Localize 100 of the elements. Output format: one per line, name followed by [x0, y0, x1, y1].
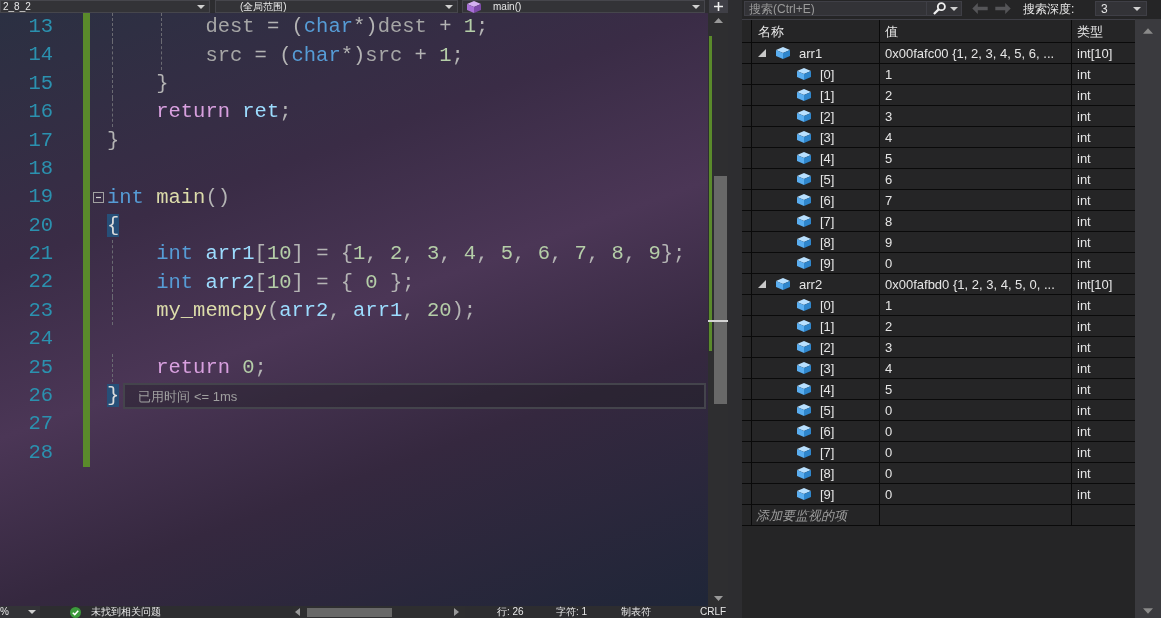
cube-icon: [797, 404, 811, 416]
up-arrow-icon[interactable]: [713, 18, 723, 23]
vertical-scrollbar[interactable]: [1135, 19, 1161, 618]
line-number: 24: [28, 329, 53, 350]
elapsed-time-tip: 已用时间 <= 1ms: [123, 383, 706, 410]
line-number: 17: [28, 130, 53, 151]
column-header[interactable]: 类型: [1077, 24, 1103, 38]
code-line: src = (char*)src + 1;: [205, 42, 464, 69]
variable-value: 0: [885, 424, 893, 438]
line-number: 20: [28, 215, 53, 237]
variable-type: int: [1077, 424, 1091, 438]
variable-value: 9: [885, 235, 893, 249]
cube-icon: [797, 173, 811, 185]
line-number: 19: [28, 187, 53, 208]
caret-icon: [445, 4, 453, 9]
line-number: 14: [28, 45, 53, 66]
caret-icon: [950, 6, 958, 11]
variable-name: [9]: [820, 256, 835, 270]
variable-type: int: [1077, 445, 1091, 459]
variable-name: [9]: [820, 487, 835, 501]
cube-icon: [797, 446, 811, 458]
line-number: 26: [28, 386, 53, 407]
variable-name: [2]: [820, 340, 835, 354]
variable-name: [2]: [820, 109, 835, 123]
line-ending[interactable]: CRLF: [700, 607, 727, 617]
line-number: 25: [28, 357, 53, 379]
scope-dropdown[interactable]: (全局范围): [215, 0, 458, 13]
cube-icon: [776, 47, 790, 59]
line-number: 22: [28, 272, 53, 293]
variable-name: [0]: [820, 298, 835, 312]
cube-icon: [797, 257, 811, 269]
search-field[interactable]: 搜索(Ctrl+E): [744, 1, 927, 16]
variable-type: int: [1077, 193, 1091, 207]
member-dropdown[interactable]: main(): [462, 0, 705, 13]
search-options-button[interactable]: [927, 1, 962, 16]
expanded-triangle-icon[interactable]: [758, 49, 766, 57]
zoom-dropdown[interactable]: %: [0, 606, 40, 618]
scrollbar-thumb[interactable]: [307, 607, 392, 617]
variable-name: [6]: [820, 193, 835, 207]
indentation-mode[interactable]: 制表符: [621, 606, 651, 617]
variable-type: int: [1077, 130, 1091, 144]
variable-type: int: [1077, 172, 1091, 186]
cube-icon: [797, 110, 811, 122]
column-header[interactable]: 值: [885, 24, 898, 38]
cube-icon: [797, 362, 811, 374]
caret-icon: [1133, 6, 1141, 11]
variable-value: 0: [885, 445, 893, 459]
issues-status[interactable]: 未找到相关问题: [91, 607, 161, 617]
variable-value: 5: [885, 151, 893, 165]
variable-type: int: [1077, 67, 1091, 81]
code-line: return ret;: [156, 99, 292, 126]
line-number: 28: [28, 442, 53, 464]
variable-value: 8: [885, 214, 893, 228]
up-arrow-icon[interactable]: [1143, 28, 1153, 34]
variable-type: int: [1077, 403, 1091, 417]
line-number: 21: [28, 244, 53, 265]
line-number: 18: [28, 158, 53, 180]
add-watch-field[interactable]: 添加要监视的项: [752, 505, 879, 525]
variable-name: [1]: [820, 319, 835, 333]
variable-value: 7: [885, 193, 893, 207]
variable-value: 0: [885, 403, 893, 417]
variable-name: [3]: [820, 361, 835, 375]
variable-value: 2: [885, 88, 893, 102]
variable-value: 4: [885, 130, 893, 144]
code-line: }: [156, 70, 169, 97]
variable-value: 0: [885, 466, 893, 480]
variable-value: 0: [885, 487, 893, 501]
cube-icon: [797, 194, 811, 206]
variable-type: int: [1077, 466, 1091, 480]
collapse-icon[interactable]: [93, 192, 104, 204]
search-icon: [933, 2, 946, 15]
caret-position-marker: [708, 320, 728, 322]
down-arrow-icon[interactable]: [1143, 608, 1153, 614]
line-number: 27: [28, 414, 53, 435]
cube-icon: [797, 320, 811, 332]
variable-value: 1: [885, 298, 893, 312]
project-dropdown[interactable]: 2_8_2: [0, 0, 210, 13]
depth-dropdown[interactable]: 3: [1095, 1, 1147, 16]
variable-name: arr2: [799, 277, 823, 291]
line-number: 13: [28, 16, 53, 38]
variable-type: int: [1077, 319, 1091, 333]
variable-name: [6]: [820, 424, 835, 438]
variable-name: [5]: [820, 172, 835, 186]
code-line: int arr2[10] = { 0 };: [156, 269, 415, 296]
expanded-triangle-icon[interactable]: [758, 280, 766, 288]
right-arrow-icon[interactable]: [454, 608, 459, 616]
column-header[interactable]: 名称: [758, 24, 784, 38]
variable-value: 0: [885, 256, 893, 270]
variable-type: int[10]: [1077, 277, 1113, 291]
left-arrow-icon[interactable]: [295, 608, 300, 616]
plus-icon: [714, 2, 723, 11]
code-line: }: [107, 127, 120, 154]
variable-type: int: [1077, 340, 1091, 354]
search-depth-label: 搜索深度:: [1023, 2, 1075, 15]
down-arrow-icon[interactable]: [713, 596, 723, 601]
variable-type: int: [1077, 298, 1091, 312]
plus-button[interactable]: [709, 0, 728, 13]
variable-type: int: [1077, 235, 1091, 249]
variable-type: int: [1077, 256, 1091, 270]
scrollbar-thumb[interactable]: [714, 176, 727, 404]
